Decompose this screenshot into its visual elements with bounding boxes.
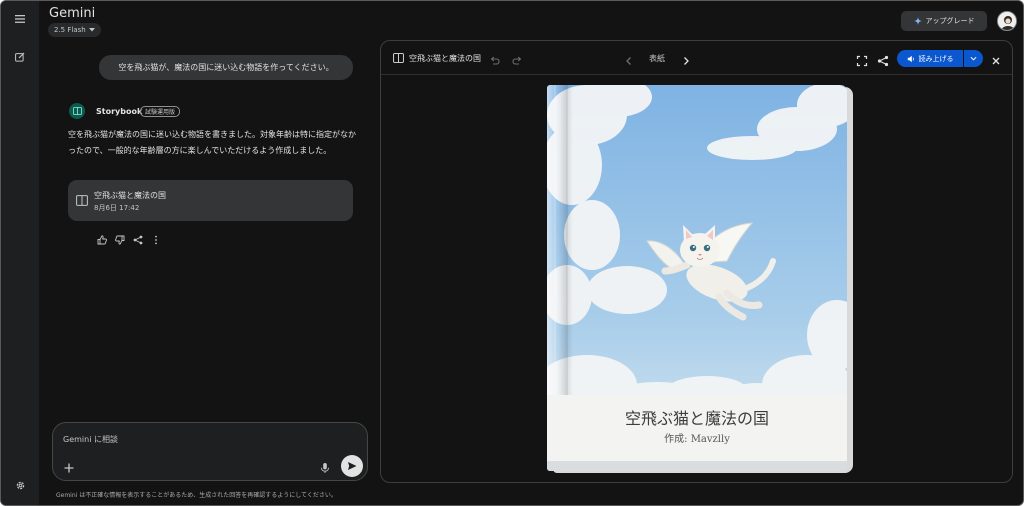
bot-reply: 空を飛ぶ猫が魔法の国に迷い込む物語を書きました。対象年齢は特に指定がなかったので…: [68, 130, 356, 155]
storybook-icon: [69, 103, 85, 119]
send-button[interactable]: [341, 455, 363, 477]
previous-page-icon[interactable]: [623, 52, 635, 65]
upgrade-button[interactable]: アップグレード: [901, 11, 987, 31]
canvas-header: 空飛ぶ猫と魔法の国 表紙 読み上げる: [381, 41, 1012, 75]
gemini-window: Gemini 2.5 Flash アップグレード 空を飛ぶ猫が、魔法の国に迷い込…: [0, 0, 1024, 506]
book-cover: 空飛ぶ猫と魔法の国 作成: Mavzlly: [547, 85, 847, 471]
response-actions: [96, 234, 161, 245]
read-aloud-button[interactable]: 読み上げる: [897, 50, 963, 67]
disclaimer: Gemini は不正確な情報を表示することがあるため、生成された回答を再確認する…: [56, 492, 337, 499]
experimental-badge: 試験運用版: [140, 106, 181, 117]
redo-icon[interactable]: [511, 52, 523, 65]
side-rail: [1, 1, 39, 505]
read-aloud-label: 読み上げる: [918, 54, 954, 63]
upgrade-label: アップグレード: [925, 17, 975, 25]
page-indicator: 表紙: [649, 54, 665, 63]
speaker-icon: [907, 55, 914, 62]
book-icon: [393, 53, 404, 63]
thumbs-up-icon[interactable]: [96, 234, 107, 245]
send-icon: [348, 462, 357, 470]
storybook-book[interactable]: 空飛ぶ猫と魔法の国 作成: Mavzlly: [547, 85, 853, 473]
add-file-icon[interactable]: [63, 459, 75, 473]
canvas-title: 空飛ぶ猫と魔法の国: [409, 54, 481, 63]
model-label: 2.5 Flash: [54, 26, 86, 34]
storybook-card-title: 空飛ぶ猫と魔法の国: [94, 191, 166, 200]
avatar[interactable]: [997, 11, 1017, 31]
app-title: Gemini: [49, 6, 96, 21]
menu-icon[interactable]: [10, 9, 30, 29]
share-icon[interactable]: [877, 52, 889, 67]
more-options-icon[interactable]: [150, 234, 161, 245]
microphone-icon[interactable]: [319, 459, 331, 473]
bot-name: Storybook: [96, 107, 143, 116]
caret-down-icon: [88, 28, 95, 32]
new-chat-icon[interactable]: [10, 47, 30, 67]
read-aloud-options-button[interactable]: [964, 50, 983, 67]
close-icon[interactable]: [990, 52, 1002, 65]
prompt-input[interactable]: [63, 432, 353, 446]
book-icon: [76, 195, 88, 206]
user-message: 空を飛ぶ猫が、魔法の国に迷い込む物語を作ってください。: [99, 55, 353, 80]
settings-icon[interactable]: [10, 475, 30, 495]
storybook-canvas: 空飛ぶ猫と魔法の国 表紙 読み上げる 空飛ぶ猫と魔法の国 作成: Mavzlly: [380, 40, 1013, 483]
sparkle-icon: [913, 17, 922, 25]
thumbs-down-icon[interactable]: [114, 234, 125, 245]
cover-title: 空飛ぶ猫と魔法の国: [624, 409, 769, 428]
fullscreen-icon[interactable]: [856, 52, 868, 67]
chevron-down-icon: [970, 56, 977, 61]
prompt-composer: [52, 422, 368, 481]
cover-author: 作成: Mavzlly: [664, 434, 730, 445]
undo-icon[interactable]: [489, 52, 501, 65]
model-selector[interactable]: 2.5 Flash: [48, 23, 101, 37]
next-page-icon[interactable]: [680, 52, 692, 65]
share-icon[interactable]: [132, 234, 143, 245]
storybook-card[interactable]: 空飛ぶ猫と魔法の国 8月6日 17:42: [68, 180, 353, 221]
storybook-card-date: 8月6日 17:42: [94, 204, 140, 212]
